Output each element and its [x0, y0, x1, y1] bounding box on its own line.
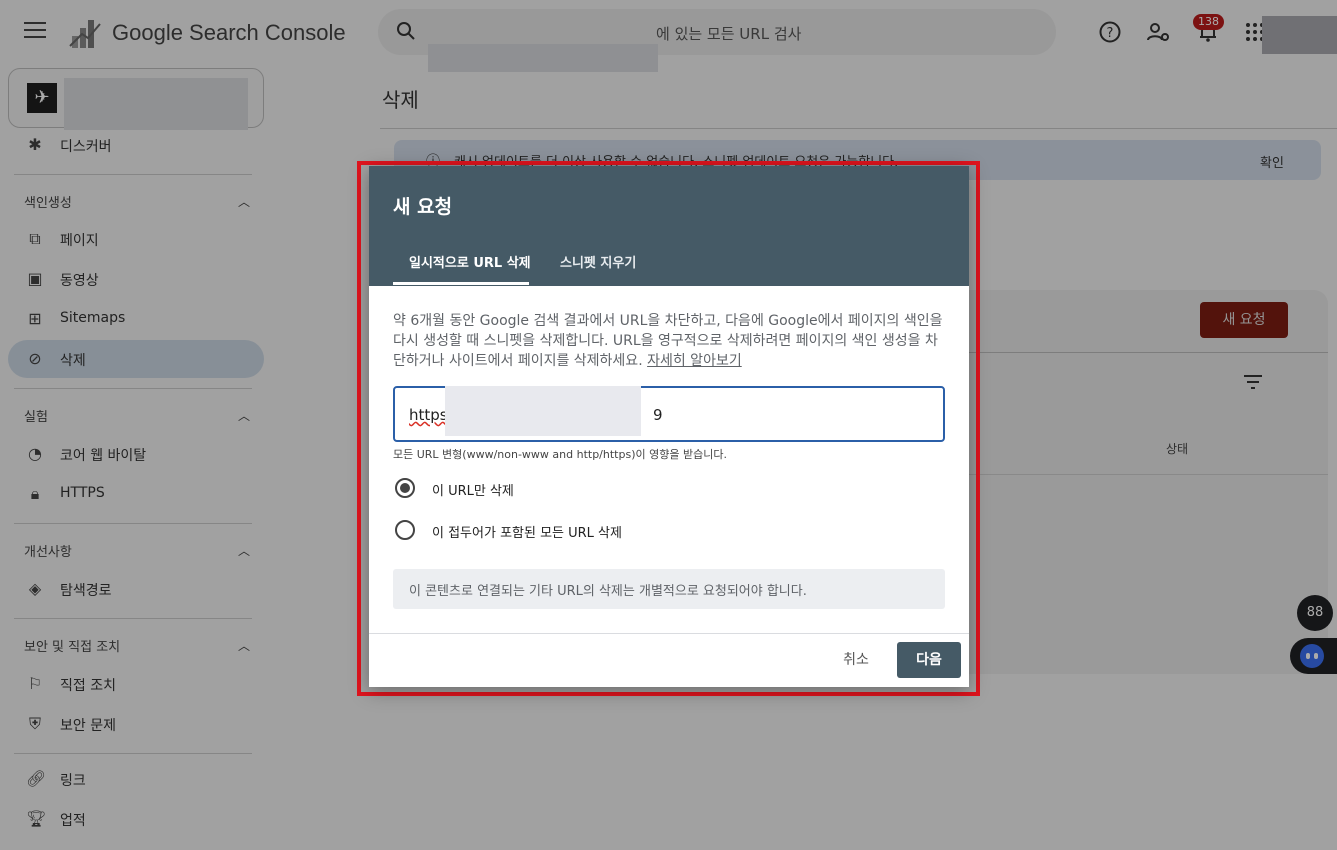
- next-button[interactable]: 다음: [897, 642, 961, 678]
- active-tab-indicator: [393, 282, 529, 285]
- url-input[interactable]: https 9: [393, 386, 945, 442]
- dialog-description: 약 6개월 동안 Google 검색 결과에서 URL을 차단하고, 다음에 G…: [393, 311, 945, 371]
- url-suffix: 9: [653, 406, 663, 424]
- radio-prefix[interactable]: [395, 520, 415, 540]
- divider: [369, 633, 969, 634]
- redacted-region: [445, 386, 641, 436]
- new-request-dialog: 새 요청 일시적으로 URL 삭제 스니펫 지우기 약 6개월 동안 Googl…: [369, 166, 969, 687]
- tab-temporary-remove[interactable]: 일시적으로 URL 삭제: [409, 252, 531, 271]
- radio-url-only[interactable]: [395, 478, 415, 498]
- dialog-title: 새 요청: [393, 196, 453, 218]
- dialog-header: 새 요청 일시적으로 URL 삭제 스니펫 지우기: [369, 166, 969, 286]
- radio-label-prefix[interactable]: 이 접두어가 포함된 모든 URL 삭제: [432, 522, 622, 541]
- url-helper-text: 모든 URL 변형(www/non-www and http/https)이 영…: [393, 448, 727, 461]
- info-note: 이 콘텐츠로 연결되는 기타 URL의 삭제는 개별적으로 요청되어야 합니다.: [393, 569, 945, 609]
- tab-clear-snippet[interactable]: 스니펫 지우기: [560, 252, 636, 271]
- learn-more-link[interactable]: 자세히 알아보기: [647, 353, 742, 369]
- url-prefix: https: [409, 406, 448, 424]
- cancel-button[interactable]: 취소: [829, 642, 883, 678]
- radio-label-url-only[interactable]: 이 URL만 삭제: [432, 480, 514, 499]
- url-input-value: https: [409, 406, 448, 424]
- info-note-text: 이 콘텐츠로 연결되는 기타 URL의 삭제는 개별적으로 요청되어야 합니다.: [409, 584, 807, 599]
